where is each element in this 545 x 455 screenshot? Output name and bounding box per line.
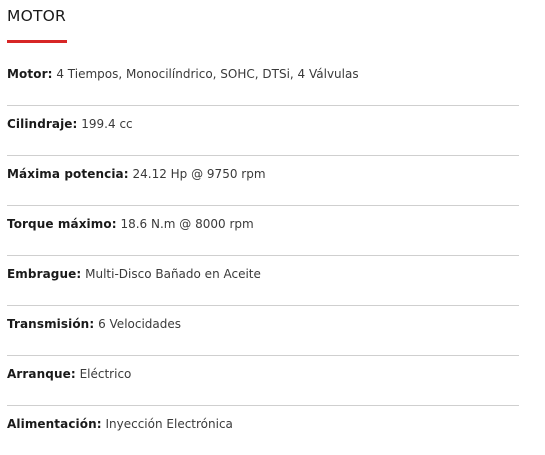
title-underline bbox=[7, 40, 67, 43]
spec-row-embrague: Embrague: Multi-Disco Bañado en Aceite bbox=[7, 255, 519, 306]
spec-value: Eléctrico bbox=[79, 367, 132, 381]
spec-label: Torque máximo bbox=[7, 217, 112, 231]
spec-value: 199.4 cc bbox=[81, 117, 133, 131]
spec-value: 18.6 N.m @ 8000 rpm bbox=[120, 217, 254, 231]
spec-row-cilindraje: Cilindraje: 199.4 cc bbox=[7, 105, 519, 156]
spec-list: Motor: 4 Tiempos, Monocilíndrico, SOHC, … bbox=[7, 55, 519, 455]
spec-value: Multi-Disco Bañado en Aceite bbox=[85, 267, 261, 281]
spec-row-alimentacion: Alimentación: Inyección Electrónica bbox=[7, 417, 233, 431]
spec-row-motor: Motor: 4 Tiempos, Monocilíndrico, SOHC, … bbox=[7, 55, 519, 106]
spec-label: Cilindraje bbox=[7, 117, 73, 131]
spec-label: Motor bbox=[7, 67, 48, 81]
spec-row-potencia: Máxima potencia: 24.12 Hp @ 9750 rpm bbox=[7, 155, 519, 206]
spec-value: 4 Tiempos, Monocilíndrico, SOHC, DTSi, 4… bbox=[56, 67, 359, 81]
spec-value: Inyección Electrónica bbox=[105, 417, 233, 431]
spec-value: 24.12 Hp @ 9750 rpm bbox=[132, 167, 266, 181]
spec-label: Transmisión bbox=[7, 317, 90, 331]
spec-label: Embrague bbox=[7, 267, 77, 281]
section-title: MOTOR bbox=[7, 7, 67, 25]
spec-row-torque: Torque máximo: 18.6 N.m @ 8000 rpm bbox=[7, 205, 519, 256]
spec-value: 6 Velocidades bbox=[98, 317, 182, 331]
spec-row-arranque: Arranque: Eléctrico bbox=[7, 355, 519, 406]
spec-label: Alimentación bbox=[7, 417, 97, 431]
spec-label: Arranque bbox=[7, 367, 71, 381]
spec-row-transmision: Transmisión: 6 Velocidades bbox=[7, 305, 519, 356]
spec-label: Máxima potencia bbox=[7, 167, 124, 181]
